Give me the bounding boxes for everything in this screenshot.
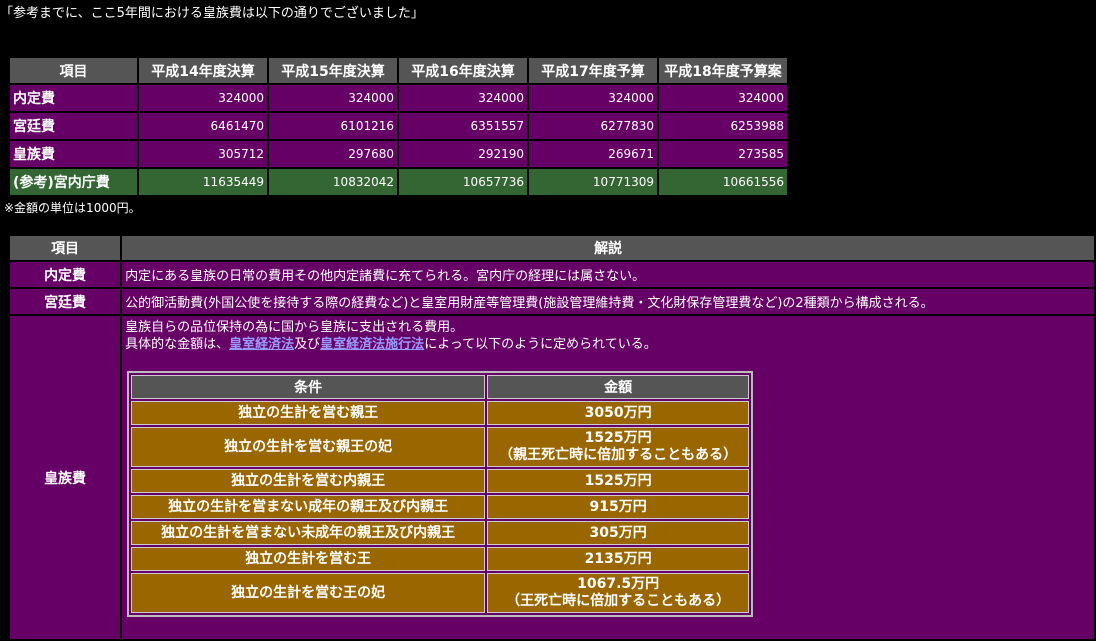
cell-value: 6101216 [269,113,397,139]
amount-note: （王死亡時に倍加することもある） [506,593,731,609]
allowance-row: 独立の生計を営む親王の妃 1525万円 （親王死亡時に倍加することもある） [131,427,750,467]
budget-header-h18: 平成18年度予算案 [659,58,787,83]
allowance-amount: 2135万円 [487,547,750,571]
allowance-condition: 独立の生計を営まない成年の親王及び内親王 [131,495,486,519]
explain-header-row: 項目 解説 [10,236,1094,260]
allowance-amount: 915万円 [487,495,750,519]
allowance-row: 独立の生計を営む親王 3050万円 [131,401,750,425]
allowance-condition: 独立の生計を営む親王 [131,401,486,425]
cell-value: 6277830 [529,113,657,139]
budget-header-row: 項目 平成14年度決算 平成15年度決算 平成16年度決算 平成17年度予算 平… [10,58,787,83]
description-line: 具体的な金額は、皇室経済法及び皇室経済法施行法によって以下のように定められている… [125,336,1091,353]
budget-header-h17: 平成17年度予算 [529,58,657,83]
allowance-condition: 独立の生計を営む内親王 [131,469,486,493]
text-fragment: 及び [294,337,321,352]
row-description: 皇族自らの品位保持の為に国から皇族に支出される費用。 具体的な金額は、皇室経済法… [122,316,1094,639]
budget-header-h16: 平成16年度決算 [399,58,527,83]
cell-value: 10661556 [659,169,787,195]
row-label: 皇族費 [10,316,121,639]
allowance-condition: 独立の生計を営む親王の妃 [131,427,486,467]
cell-value: 305712 [139,141,267,167]
amount-value: 1525万円 [584,430,652,446]
cell-value: 269671 [529,141,657,167]
cell-value: 324000 [399,85,527,111]
allowance-row: 独立の生計を営まない成年の親王及び内親王 915万円 [131,495,750,519]
cell-value: 324000 [659,85,787,111]
koshitsu-keizaiho-link[interactable]: 皇室経済法 [229,337,294,352]
allowance-header-condition: 条件 [131,375,486,399]
allowance-amount: 3050万円 [487,401,750,425]
intro-text: 「参考までに、ここ5年間における皇族費は以下の通りでございました」 [0,6,424,21]
explanation-table: 項目 解説 内定費 内定にある皇族の日常の費用その他内定諸費に充てられる。宮内庁… [8,234,1096,641]
text-fragment: 具体的な金額は、 [125,337,230,352]
koshitsu-keizaiho-shikoho-link[interactable]: 皇室経済法施行法 [320,337,424,352]
allowance-row: 独立の生計を営む内親王 1525万円 [131,469,750,493]
cell-value: 292190 [399,141,527,167]
row-description: 公的御活動費(外国公使を接待する際の経費など)と皇室用財産等管理費(施設管理維持… [122,289,1094,314]
amount-value: 1067.5万円 [577,576,660,592]
allowance-row: 独立の生計を営む王の妃 1067.5万円 （王死亡時に倍加することもある） [131,573,750,613]
cell-value: 324000 [269,85,397,111]
cell-value: 324000 [529,85,657,111]
cell-value: 6461470 [139,113,267,139]
budget-row-kyuteihi: 宮廷費 6461470 6101216 6351557 6277830 6253… [10,113,787,139]
amount-value: 2135万円 [584,550,652,567]
description-line: 皇族自らの品位保持の為に国から皇族に支出される費用。 [125,320,464,335]
explain-row-kozokuhi: 皇族費 皇族自らの品位保持の為に国から皇族に支出される費用。 具体的な金額は、皇… [10,316,1094,639]
row-label: 内定費 [10,85,137,111]
allowance-row: 独立の生計を営まない未成年の親王及び内親王 305万円 [131,521,750,545]
allowance-table: 条件 金額 独立の生計を営む親王 3050万円 独立の生計を営む親王の妃 152… [127,371,754,617]
cell-value: 6253988 [659,113,787,139]
unit-note: ※金額の単位は1000円。 [4,201,141,215]
allowance-amount: 1525万円 [487,469,750,493]
cell-value: 273585 [659,141,787,167]
explain-header-desc: 解説 [122,236,1094,260]
budget-table: 項目 平成14年度決算 平成15年度決算 平成16年度決算 平成17年度予算 平… [8,56,789,197]
amount-note: （親王死亡時に倍加することもある） [499,447,738,463]
explain-header-item: 項目 [10,236,121,260]
allowance-condition: 独立の生計を営む王の妃 [131,573,486,613]
row-label: 皇族費 [10,141,137,167]
cell-value: 324000 [139,85,267,111]
cell-value: 297680 [269,141,397,167]
row-label: 宮廷費 [10,113,137,139]
row-label: 宮廷費 [10,289,121,314]
allowance-amount: 305万円 [487,521,750,545]
allowance-condition: 独立の生計を営まない未成年の親王及び内親王 [131,521,486,545]
amount-value: 305万円 [589,524,647,541]
allowance-header-row: 条件 金額 [131,375,750,399]
budget-header-h15: 平成15年度決算 [269,58,397,83]
cell-value: 10771309 [529,169,657,195]
explain-row-kyuteihi: 宮廷費 公的御活動費(外国公使を接待する際の経費など)と皇室用財産等管理費(施設… [10,289,1094,314]
cell-value: 11635449 [139,169,267,195]
cell-value: 10832042 [269,169,397,195]
allowance-header-amount: 金額 [487,375,750,399]
budget-row-naiteihi: 内定費 324000 324000 324000 324000 324000 [10,85,787,111]
cell-value: 6351557 [399,113,527,139]
row-label: (参考)宮内庁費 [10,169,137,195]
allowance-row: 独立の生計を営む王 2135万円 [131,547,750,571]
amount-value: 915万円 [589,498,647,515]
allowance-condition: 独立の生計を営む王 [131,547,486,571]
allowance-amount: 1525万円 （親王死亡時に倍加することもある） [487,427,750,467]
allowance-amount: 1067.5万円 （王死亡時に倍加することもある） [487,573,750,613]
budget-header-h14: 平成14年度決算 [139,58,267,83]
amount-value: 3050万円 [584,404,652,421]
row-description: 内定にある皇族の日常の費用その他内定諸費に充てられる。宮内庁の経理には属さない。 [122,262,1094,287]
row-label: 内定費 [10,262,121,287]
cell-value: 10657736 [399,169,527,195]
budget-row-kozokuhi: 皇族費 305712 297680 292190 269671 273585 [10,141,787,167]
explain-row-naiteihi: 内定費 内定にある皇族の日常の費用その他内定諸費に充てられる。宮内庁の経理には属… [10,262,1094,287]
amount-value: 1525万円 [584,472,652,489]
text-fragment: によって以下のように定められている。 [424,337,657,352]
budget-header-item: 項目 [10,58,137,83]
budget-row-kunaichohi: (参考)宮内庁費 11635449 10832042 10657736 1077… [10,169,787,195]
